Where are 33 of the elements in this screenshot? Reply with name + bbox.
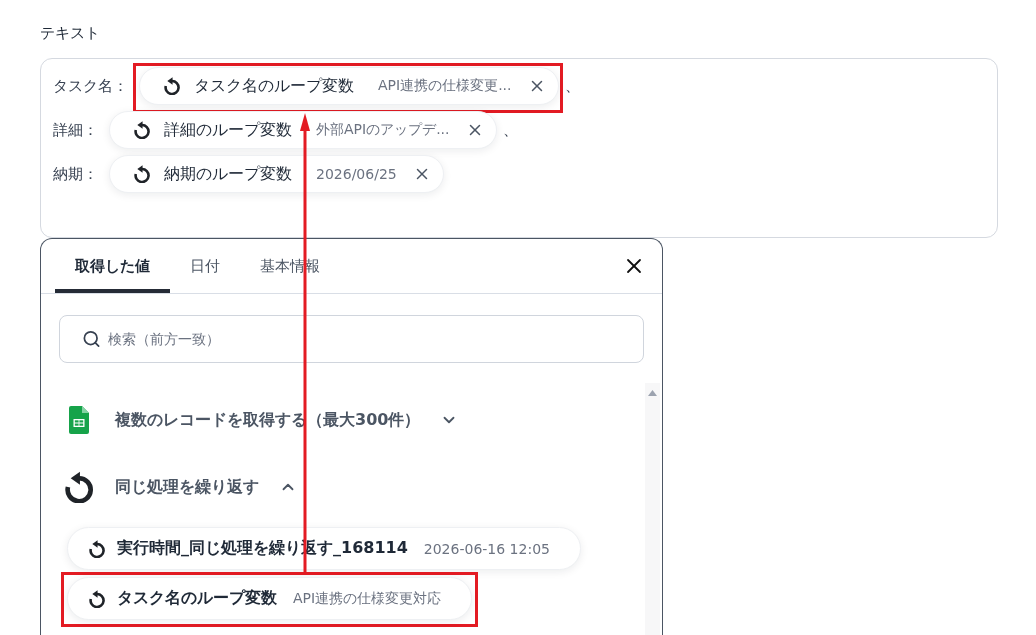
variable-chip[interactable]: タスク名のループ変数 API連携の仕様変更対応 xyxy=(67,577,473,620)
text-input-area[interactable]: タスク名： タスク名のループ変数 API連携の仕様変更... 、 詳細： 詳細のループ変数 外部APIのアップデ... 、 納期： 納期のループ変数 2026/06/25 xyxy=(40,58,998,238)
variable-chip[interactable]: 詳細のループ変数 外部APIのアップデ... xyxy=(109,111,497,149)
group-title[interactable]: 同じ処理を繰り返す xyxy=(115,476,259,498)
chip-label: タスク名のループ変数 xyxy=(117,588,277,609)
circular-arrow-icon xyxy=(133,165,151,183)
circular-arrow-icon xyxy=(163,77,181,95)
punctuation-text: 、 xyxy=(502,120,518,140)
circular-arrow-icon xyxy=(88,539,106,558)
variable-chip[interactable]: 納期のループ変数 2026/06/25 xyxy=(109,155,444,193)
search-icon xyxy=(82,329,101,349)
circular-arrow-icon xyxy=(133,121,151,139)
circular-arrow-icon xyxy=(63,471,95,503)
variable-chip[interactable]: タスク名のループ変数 API連携の仕様変更... xyxy=(139,67,559,105)
circular-arrow-icon xyxy=(88,589,106,608)
field-label: 詳細： xyxy=(53,120,98,140)
tab[interactable]: 取得した値 xyxy=(55,239,170,293)
chip-value: 2026/06/25 xyxy=(316,166,397,182)
chip-label: タスク名のループ変数 xyxy=(194,75,354,97)
scrollbar-track[interactable] xyxy=(645,383,660,635)
chip-label: 納期のループ変数 xyxy=(164,163,292,185)
chip-value: API連携の仕様変更... xyxy=(378,77,512,95)
section-label: テキスト xyxy=(40,23,100,44)
field-label: 納期： xyxy=(53,164,98,184)
tab[interactable]: 日付 xyxy=(170,239,240,293)
chip-value: API連携の仕様変更対応 xyxy=(293,589,442,608)
chip-value: 外部APIのアップデ... xyxy=(316,121,450,139)
field-label: タスク名： xyxy=(53,76,128,96)
spreadsheet-icon xyxy=(69,406,89,434)
punctuation-text: 、 xyxy=(564,76,580,96)
chip-value: 2026-06-16 12:05 xyxy=(423,540,550,557)
chip-label: 詳細のループ変数 xyxy=(164,119,292,141)
search-field[interactable]: 検索（前方一致） xyxy=(59,315,644,363)
